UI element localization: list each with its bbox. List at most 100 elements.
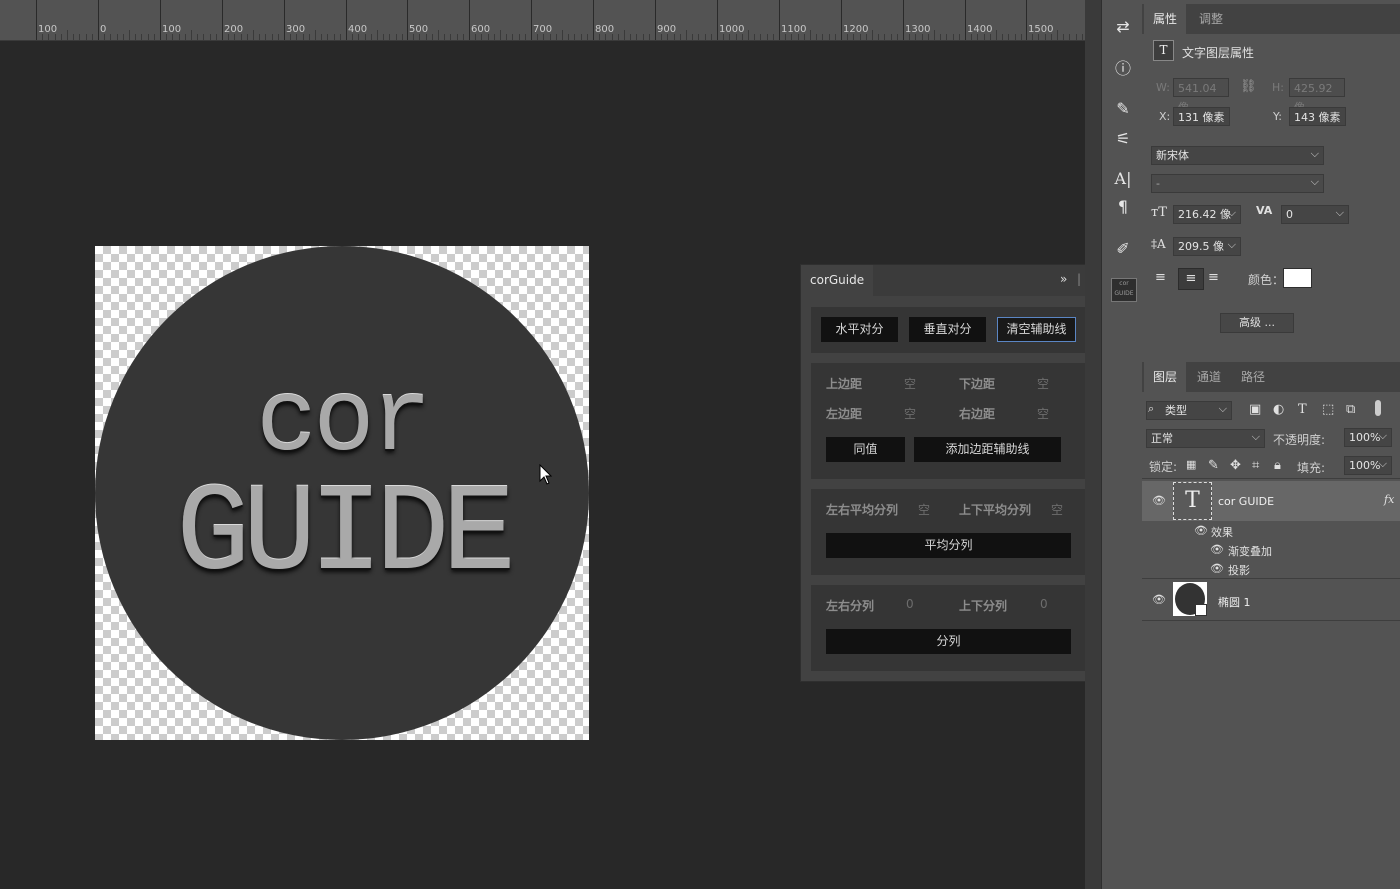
brush-settings-icon[interactable]: ⚟ bbox=[1112, 128, 1134, 150]
split-button[interactable]: 分列 bbox=[826, 629, 1071, 654]
ruler-minor-tick bbox=[352, 34, 353, 40]
y-field[interactable]: 143 像素 bbox=[1289, 107, 1346, 126]
avg-horizontal-input[interactable]: 空 bbox=[918, 501, 930, 518]
effects-row[interactable]: 👁︎ 效果 bbox=[1142, 521, 1400, 541]
advanced-button[interactable]: 高级 ... bbox=[1220, 313, 1294, 333]
y-label: Y: bbox=[1273, 110, 1282, 123]
properties-header: 文字图层属性 bbox=[1182, 46, 1255, 60]
visibility-eye-icon[interactable]: 👁︎ bbox=[1152, 494, 1166, 507]
ruler-minor-tick bbox=[705, 34, 706, 40]
measure-icon[interactable]: ✐ bbox=[1112, 238, 1134, 260]
lock-pixels-icon[interactable]: ✎ bbox=[1208, 458, 1219, 473]
visibility-eye-icon[interactable]: 👁︎ bbox=[1152, 593, 1166, 606]
visibility-eye-icon[interactable]: 👁︎ bbox=[1194, 524, 1208, 537]
top-margin-input[interactable]: 空 bbox=[904, 375, 916, 392]
lock-transparent-icon[interactable]: ▦ bbox=[1186, 458, 1196, 471]
split-vertical-input[interactable]: 0 bbox=[1040, 597, 1048, 611]
tracking-field[interactable]: 0 bbox=[1281, 204, 1349, 224]
align-left-icon[interactable]: ≡ bbox=[1155, 270, 1166, 285]
split-horizontal-input[interactable]: 0 bbox=[906, 597, 914, 611]
link-icon[interactable]: ⛓ bbox=[1240, 79, 1257, 94]
align-right-icon[interactable]: ≡ bbox=[1208, 270, 1219, 285]
filter-toggle[interactable] bbox=[1375, 400, 1381, 416]
layer-row-text[interactable]: 👁︎ T cor GUIDE fx bbox=[1142, 481, 1400, 521]
font-style-select[interactable]: - bbox=[1151, 173, 1324, 193]
text-layer-thumbnail: T bbox=[1173, 482, 1212, 520]
brush-presets-icon[interactable]: ✎ bbox=[1112, 98, 1134, 120]
left-margin-input[interactable]: 空 bbox=[904, 405, 916, 422]
filter-type-icon[interactable]: T bbox=[1298, 402, 1307, 417]
opacity-field[interactable]: 100% bbox=[1344, 427, 1392, 447]
blend-mode-select[interactable]: 正常 bbox=[1146, 428, 1265, 448]
font-family-select[interactable]: 新宋体 bbox=[1151, 145, 1324, 165]
ruler-minor-tick bbox=[253, 30, 254, 40]
visibility-eye-icon[interactable]: 👁︎ bbox=[1210, 562, 1224, 575]
ruler-minor-tick bbox=[117, 34, 118, 40]
effect-row[interactable]: 👁︎ 投影 bbox=[1142, 559, 1400, 578]
layer-name[interactable]: cor GUIDE bbox=[1218, 495, 1274, 508]
ruler-minor-tick bbox=[581, 34, 582, 40]
ruler-minor-tick bbox=[383, 34, 384, 40]
lock-artboard-icon[interactable]: ⌗ bbox=[1252, 458, 1259, 473]
effect-row[interactable]: 👁︎ 渐变叠加 bbox=[1142, 540, 1400, 559]
tab-adjustments[interactable]: 调整 bbox=[1190, 4, 1232, 34]
document-canvas[interactable]: cor GUIDE bbox=[95, 246, 589, 740]
leading-field[interactable]: 209.5 像 bbox=[1173, 236, 1241, 256]
lock-all-icon[interactable]: 🔒︎ bbox=[1274, 458, 1281, 473]
horizontal-ruler[interactable]: 100 0 100 200 300 400 500 600 700 800 900 1000 1100 1… bbox=[0, 0, 1085, 41]
clear-guides-button[interactable]: 清空辅助线 bbox=[997, 317, 1076, 342]
tab-layers[interactable]: 图层 bbox=[1144, 362, 1187, 392]
ruler-minor-tick bbox=[86, 34, 87, 40]
vertical-split-button[interactable]: 垂直对分 bbox=[909, 317, 986, 342]
ruler-minor-tick bbox=[247, 34, 248, 40]
align-center-icon[interactable]: ≡ bbox=[1178, 268, 1204, 290]
right-margin-input[interactable]: 空 bbox=[1037, 405, 1049, 422]
ruler-minor-tick bbox=[259, 34, 260, 40]
filter-kind-select[interactable]: 类型 bbox=[1146, 400, 1232, 420]
ruler-minor-tick bbox=[419, 34, 420, 40]
history-icon[interactable]: ⇄ bbox=[1112, 16, 1134, 38]
character-icon[interactable]: A| bbox=[1112, 168, 1134, 190]
height-field[interactable]: 425.92 像 bbox=[1289, 78, 1345, 114]
paragraph-icon[interactable]: ¶ bbox=[1112, 196, 1134, 218]
font-size-field[interactable]: 216.42 像 bbox=[1173, 204, 1241, 224]
x-field[interactable]: 131 像素 bbox=[1173, 107, 1230, 126]
filter-shape-icon[interactable]: ⬚ bbox=[1322, 402, 1334, 417]
ruler-major-tick bbox=[531, 0, 532, 40]
layer-name[interactable]: 椭圆 1 bbox=[1218, 594, 1251, 610]
ruler-minor-tick bbox=[928, 34, 929, 40]
average-split-button[interactable]: 平均分列 bbox=[826, 533, 1071, 558]
ruler-minor-tick bbox=[692, 34, 693, 40]
visibility-eye-icon[interactable]: 👁︎ bbox=[1210, 543, 1224, 556]
corguide-tab[interactable]: corGuide bbox=[801, 265, 874, 296]
lock-position-icon[interactable]: ✥ bbox=[1230, 458, 1241, 473]
bottom-margin-input[interactable]: 空 bbox=[1037, 375, 1049, 392]
corguide-plugin-icon[interactable]: cor GUIDE bbox=[1111, 278, 1137, 302]
layer-row-ellipse[interactable]: 👁︎ 椭圆 1 bbox=[1142, 580, 1400, 620]
ruler-minor-tick bbox=[216, 34, 217, 40]
fill-field[interactable]: 100% bbox=[1344, 455, 1392, 475]
filter-adjust-icon[interactable]: ◐ bbox=[1273, 402, 1284, 417]
ruler-minor-tick bbox=[48, 34, 49, 40]
filter-pixel-icon[interactable]: ▣ bbox=[1249, 402, 1261, 417]
avg-horizontal-label: 左右平均分列 bbox=[826, 503, 899, 517]
width-field[interactable]: 541.04 像 bbox=[1173, 78, 1229, 114]
ruler-minor-tick bbox=[829, 34, 830, 40]
horizontal-split-button[interactable]: 水平对分 bbox=[821, 317, 898, 342]
ruler-minor-tick bbox=[334, 34, 335, 40]
filter-smart-icon[interactable]: ⧉ bbox=[1346, 402, 1355, 417]
tab-paths[interactable]: 路径 bbox=[1232, 362, 1274, 392]
tab-channels[interactable]: 通道 bbox=[1188, 362, 1230, 392]
collapse-icon[interactable]: » bbox=[1060, 272, 1067, 286]
info-icon[interactable]: ⓘ bbox=[1112, 58, 1134, 80]
ruler-minor-tick bbox=[519, 34, 520, 40]
ruler-minor-tick bbox=[234, 34, 235, 40]
same-value-button[interactable]: 同值 bbox=[826, 437, 905, 462]
tab-properties[interactable]: 属性 bbox=[1144, 4, 1187, 34]
avg-vertical-input[interactable]: 空 bbox=[1051, 501, 1063, 518]
fx-badge[interactable]: fx bbox=[1384, 493, 1394, 506]
ruler-minor-tick bbox=[543, 34, 544, 40]
text-color-swatch[interactable] bbox=[1283, 268, 1312, 288]
add-margin-guides-button[interactable]: 添加边距辅助线 bbox=[914, 437, 1061, 462]
ruler-minor-tick bbox=[785, 34, 786, 40]
